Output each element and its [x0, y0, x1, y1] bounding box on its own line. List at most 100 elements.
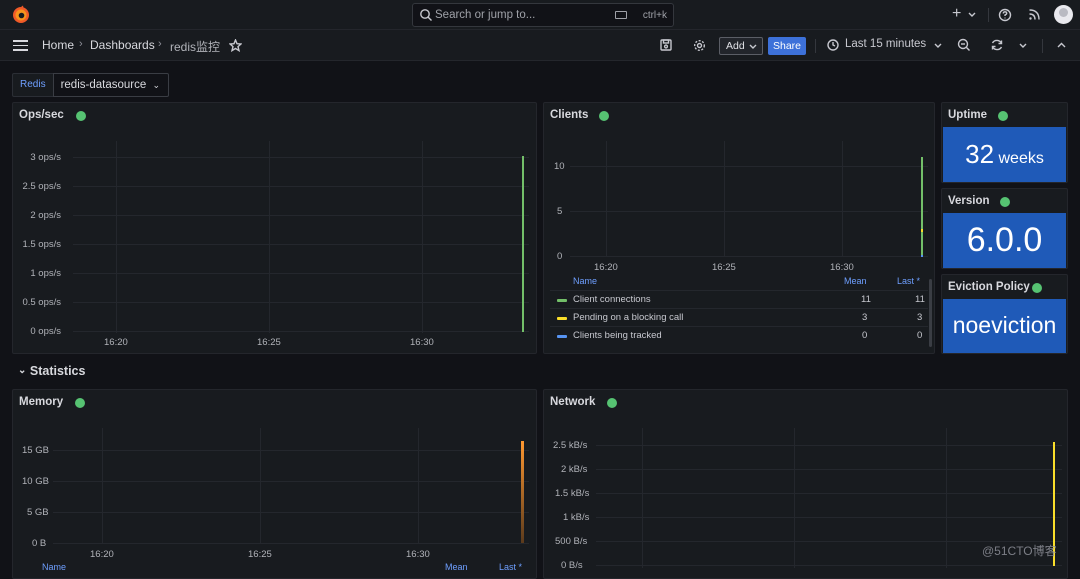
y-tick: 0	[557, 251, 563, 262]
search-icon	[420, 9, 432, 21]
grid-line	[596, 565, 1062, 566]
divider	[550, 308, 928, 309]
grid-line	[116, 141, 117, 333]
grid-line	[596, 493, 1062, 494]
avatar[interactable]	[1054, 5, 1073, 24]
grid-line	[946, 428, 947, 568]
x-tick: 16:30	[406, 549, 430, 560]
grid-line	[596, 445, 1062, 446]
grid-line	[73, 186, 529, 187]
x-tick: 16:20	[594, 262, 618, 273]
x-tick: 16:25	[712, 262, 736, 273]
legend-item-name: Client connections	[573, 294, 651, 305]
grid-line	[73, 215, 529, 216]
legend-header-mean[interactable]: Mean	[844, 276, 867, 286]
grid-line	[606, 141, 607, 257]
row-statistics[interactable]: ⌄ Statistics	[18, 364, 85, 378]
status-ok-icon	[75, 398, 85, 408]
add-button-label: Add	[726, 40, 745, 52]
y-tick: 2.5 ops/s	[22, 181, 61, 192]
rss-icon[interactable]	[1028, 8, 1041, 21]
chevron-right-icon: ›	[158, 38, 162, 50]
y-tick: 3 ops/s	[30, 152, 61, 163]
legend-header-last[interactable]: Last *	[897, 276, 920, 286]
grid-line	[73, 244, 529, 245]
y-tick: 2 ops/s	[30, 210, 61, 221]
divider	[815, 39, 816, 53]
watermark: @51CTO博客	[982, 544, 1057, 558]
status-ok-icon	[76, 111, 86, 121]
series-line	[521, 441, 524, 543]
y-tick: 1 ops/s	[30, 268, 61, 279]
legend-header-mean[interactable]: Mean	[445, 562, 468, 572]
stat-value-box: noeviction	[943, 299, 1066, 353]
stat-value: noeviction	[952, 312, 1057, 338]
add-button[interactable]: Add	[719, 37, 763, 55]
status-ok-icon	[1032, 283, 1042, 293]
panel-clients[interactable]: Clients 10 5 0 16:20 16:25 16:30 Name Me…	[543, 102, 935, 354]
panel-title: Version	[948, 195, 990, 207]
panel-title: Network	[550, 396, 596, 408]
grid-line	[53, 543, 529, 544]
grid-line	[73, 157, 529, 158]
menu-icon[interactable]	[13, 40, 28, 51]
grafana-logo-icon[interactable]	[11, 5, 31, 25]
legend-header-last[interactable]: Last *	[499, 562, 522, 572]
panel-ops-sec[interactable]: Ops/sec 3 ops/s 2.5 ops/s 2 ops/s 1.5 op…	[12, 102, 537, 354]
zoom-out-icon[interactable]	[957, 38, 971, 52]
grid-line	[422, 141, 423, 333]
datasource-select[interactable]: redis-datasource ⌄	[52, 73, 169, 97]
y-tick: 1.5 ops/s	[22, 239, 61, 250]
chevron-down-icon[interactable]	[934, 43, 942, 48]
top-bar: Search or jump to... ctrl+k +	[0, 0, 1080, 30]
share-button[interactable]: Share	[768, 37, 806, 55]
panel-eviction-policy[interactable]: Eviction Policy noeviction	[941, 274, 1068, 354]
grid-line	[73, 302, 529, 303]
keyboard-icon	[615, 11, 627, 19]
stat-value: 32	[965, 139, 995, 169]
panel-memory[interactable]: Memory 15 GB 10 GB 5 GB 0 B 16:20 16:25 …	[12, 389, 537, 579]
grid-line	[418, 428, 419, 544]
legend-scrollbar[interactable]	[929, 279, 932, 347]
search-shortcut: ctrl+k	[642, 10, 667, 21]
status-ok-icon	[998, 111, 1008, 121]
search-box[interactable]: Search or jump to... ctrl+k	[412, 3, 674, 27]
legend-header-name[interactable]: Name	[42, 562, 66, 572]
divider	[550, 290, 928, 291]
breadcrumb-home[interactable]: Home	[42, 38, 74, 52]
chevron-down-icon: ⌄	[18, 365, 27, 376]
x-tick: 16:25	[248, 549, 272, 560]
panel-uptime[interactable]: Uptime 32 weeks	[941, 102, 1068, 183]
legend-header-name[interactable]: Name	[573, 276, 597, 286]
grid-line	[794, 428, 795, 568]
star-icon[interactable]	[229, 39, 242, 52]
panel-title: Clients	[550, 109, 589, 121]
grid-line	[842, 141, 843, 257]
time-range-picker[interactable]: Last 15 minutes	[845, 38, 926, 50]
status-ok-icon	[607, 398, 617, 408]
help-icon[interactable]	[998, 8, 1012, 22]
save-icon[interactable]	[660, 39, 672, 51]
stat-value-box: 32 weeks	[943, 127, 1066, 182]
grid-line	[642, 428, 643, 568]
plus-icon[interactable]: +	[952, 5, 961, 23]
chevron-down-icon[interactable]	[968, 12, 976, 18]
y-tick: 0 B/s	[561, 560, 583, 571]
grid-line	[724, 141, 725, 257]
y-tick: 1.5 kB/s	[555, 488, 590, 499]
y-tick: 10	[554, 161, 565, 172]
breadcrumb-dashboards[interactable]: Dashboards	[90, 38, 155, 52]
x-tick: 16:20	[104, 337, 128, 348]
chevron-up-icon[interactable]	[1057, 42, 1066, 48]
legend-swatch	[557, 317, 567, 320]
search-placeholder: Search or jump to...	[435, 9, 536, 21]
grid-line	[570, 166, 928, 167]
grid-line	[269, 141, 270, 333]
grid-line	[570, 256, 928, 257]
panel-version[interactable]: Version 6.0.0	[941, 188, 1068, 269]
settings-gear-icon[interactable]	[693, 39, 706, 52]
divider	[550, 326, 928, 327]
refresh-icon[interactable]	[990, 38, 1004, 52]
chevron-down-icon[interactable]	[1019, 43, 1027, 48]
x-tick: 16:20	[90, 549, 114, 560]
